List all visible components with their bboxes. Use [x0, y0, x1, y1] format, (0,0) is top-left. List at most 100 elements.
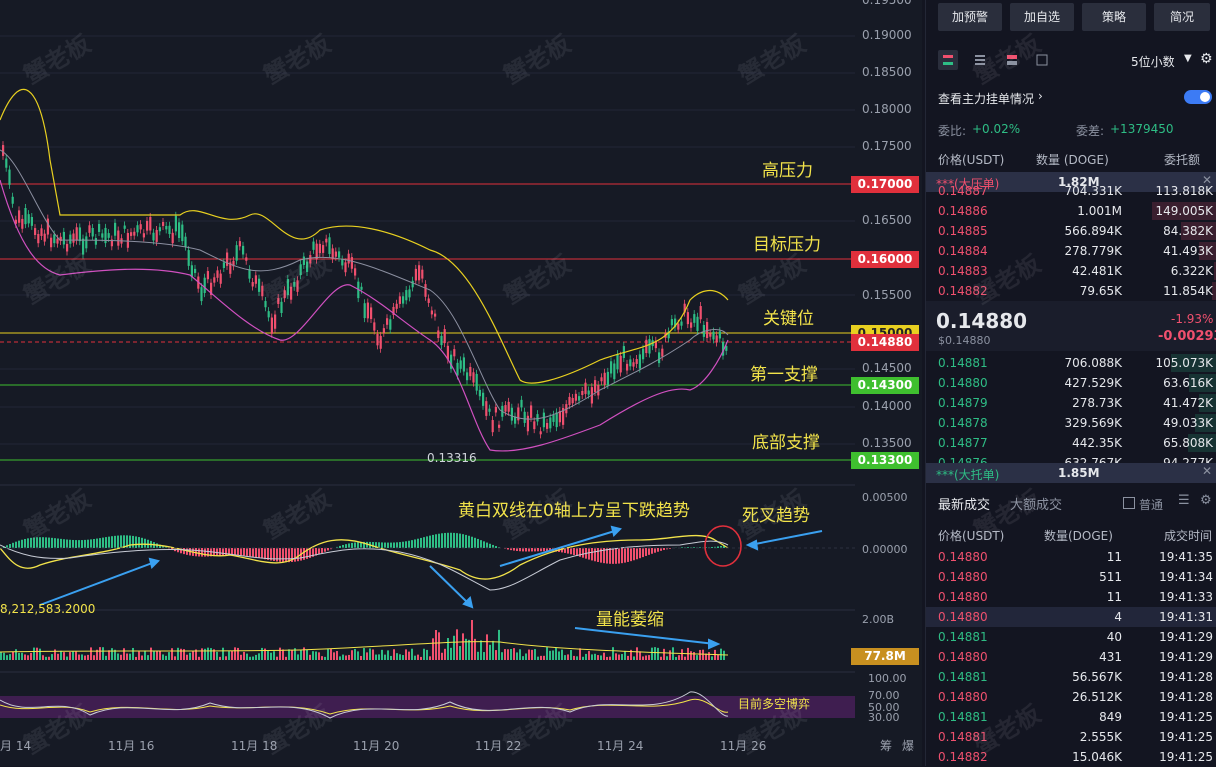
filter-icon[interactable]: ☰ — [1178, 493, 1190, 508]
volume-bar — [435, 630, 437, 660]
macd-bar — [348, 543, 350, 548]
volume-bar — [633, 656, 635, 660]
chips-label[interactable]: 筹 — [880, 737, 892, 754]
candle — [85, 236, 87, 248]
candle — [460, 360, 462, 368]
chart-area[interactable]: 高压力 目标压力 关键位 第一支撑 底部支撑 0.13316 黄白双线在0轴上方… — [0, 0, 922, 766]
volume-bar — [657, 648, 659, 660]
ask-row[interactable]: 0.148861.001M149.005K — [926, 201, 1216, 221]
bid-row[interactable]: 0.14881706.088K105.073K — [926, 353, 1216, 373]
candle — [712, 332, 714, 340]
macd-bar — [471, 537, 473, 548]
date-label: 11月 20 — [353, 737, 399, 754]
normal-checkbox[interactable] — [1123, 497, 1135, 509]
macd-bar — [621, 548, 623, 563]
bid-row[interactable]: 0.14879278.73K41.472K — [926, 393, 1216, 413]
candle — [223, 262, 225, 268]
macd-bar — [63, 539, 65, 548]
candle — [367, 303, 369, 319]
trade-price: 0.14880 — [938, 550, 988, 564]
header-qty[interactable]: 数量 (DOGE) — [1036, 151, 1109, 168]
candle — [216, 270, 218, 277]
candle — [207, 271, 209, 279]
candle — [690, 322, 692, 327]
annotation-bottom-support: 底部支撑 — [752, 428, 820, 453]
candle — [248, 269, 250, 278]
macd-bar — [54, 538, 56, 548]
macd-bar — [204, 548, 206, 557]
ask-row[interactable]: 0.14887704.331K113.818K — [926, 181, 1216, 201]
candle — [152, 233, 154, 241]
candle — [156, 230, 158, 242]
candle — [386, 318, 388, 325]
annotation-high-pressure: 高压力 — [762, 156, 813, 181]
macd-bar — [429, 536, 431, 548]
candle — [21, 219, 23, 229]
settings-icon[interactable]: ⚙ — [1200, 493, 1212, 508]
macd-bar — [633, 548, 635, 560]
alert-button[interactable]: 加预警 — [938, 3, 1002, 31]
volume-bar — [564, 655, 566, 660]
bid-row[interactable]: 0.14880427.529K63.616K — [926, 373, 1216, 393]
strategy-button[interactable]: 策略 — [1082, 3, 1146, 31]
trade-time: 19:41:28 — [1159, 670, 1213, 684]
buy-wall-banner[interactable]: ***(大托单) 1.85M ✕ — [926, 463, 1216, 483]
macd-bar — [711, 547, 713, 548]
macd-bar — [243, 548, 245, 556]
volume-bar — [288, 649, 290, 660]
candle — [364, 303, 366, 318]
liquidation-label[interactable]: 爆 — [902, 737, 914, 754]
ask-row[interactable]: 0.14885566.894K84.382K — [926, 221, 1216, 241]
candle — [431, 310, 433, 314]
last-price-usd: $0.14880 — [938, 334, 991, 347]
decimals-select[interactable]: 5位小数 — [1131, 53, 1175, 70]
macd-bar — [78, 540, 80, 548]
macd-bar — [141, 538, 143, 548]
depth-both-icon[interactable] — [938, 50, 958, 70]
candle — [661, 349, 663, 357]
volume-bar — [402, 655, 404, 660]
depth-toggle-label: 查看主力挂单情况 — [938, 90, 1034, 107]
macd-bar — [81, 540, 83, 548]
volume-bar — [645, 656, 647, 660]
depth-toggle[interactable] — [1184, 90, 1212, 104]
macd-bar — [423, 537, 425, 548]
trade-header-time: 成交时间 — [1164, 527, 1212, 544]
candle — [610, 361, 612, 373]
candle — [437, 331, 439, 338]
volume-bar — [168, 652, 170, 660]
bid-row[interactable]: 0.14878329.569K49.033K — [926, 413, 1216, 433]
order-price: 0.14887 — [938, 184, 988, 198]
overview-button[interactable]: 简况 — [1154, 3, 1210, 31]
candle — [242, 246, 244, 255]
volume-bar — [543, 656, 545, 660]
header-amount[interactable]: 委托额 — [1164, 151, 1200, 168]
macd-bar — [183, 548, 185, 554]
trade-row: 0.1488043119:41:29 — [926, 647, 1216, 667]
settings-icon[interactable]: ⚙ — [1200, 51, 1213, 67]
order-qty: 278.73K — [1072, 396, 1122, 410]
candle — [639, 354, 641, 368]
macd-bar — [627, 548, 629, 562]
candle — [130, 232, 132, 236]
macd-bar — [522, 548, 524, 551]
macd-bar — [105, 537, 107, 548]
chevron-down-icon[interactable]: ▼ — [1184, 53, 1192, 64]
macd-bar — [399, 542, 401, 548]
volume-bar — [201, 648, 203, 660]
candle — [146, 221, 148, 231]
macd-bar — [669, 548, 671, 549]
macd-bar — [96, 539, 98, 548]
candle — [594, 380, 596, 392]
watchlist-button[interactable]: 加自选 — [1010, 3, 1074, 31]
macd-bar — [372, 542, 374, 548]
macd-bar — [699, 547, 701, 548]
bid-row[interactable]: 0.14877442.35K65.808K — [926, 433, 1216, 453]
candle — [463, 357, 465, 371]
trade-time: 19:41:29 — [1159, 630, 1213, 644]
candle — [159, 227, 161, 231]
order-qty: 329.569K — [1065, 416, 1123, 430]
trade-header-qty[interactable]: 数量(DOGE) — [1044, 527, 1113, 544]
ask-row[interactable]: 0.14884278.779K41.493K — [926, 241, 1216, 261]
close-icon[interactable]: ✕ — [1202, 464, 1212, 478]
